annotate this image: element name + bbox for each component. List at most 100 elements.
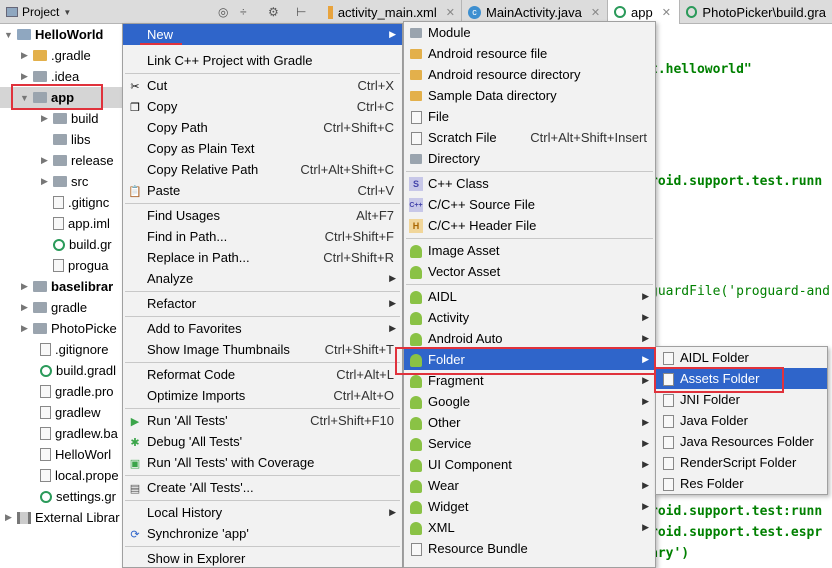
menu-item-resource-bundle[interactable]: Resource Bundle <box>404 538 655 559</box>
tree-item-build-gradle[interactable]: build.gradl <box>40 360 116 381</box>
menu-item-wear[interactable]: Wear ▶ <box>404 475 655 496</box>
menu-item-aidl[interactable]: AIDL ▶ <box>404 286 655 307</box>
tree-item-baselibrary[interactable]: ▶ baselibrar <box>20 276 113 297</box>
tree-item-libs[interactable]: libs <box>40 129 91 150</box>
tree-item-helloworld[interactable]: ▼ HelloWorld <box>4 24 103 45</box>
tree-item-local-properties[interactable]: local.prope <box>40 465 119 486</box>
hide-icon[interactable]: ⊢ <box>296 5 306 19</box>
tree-item-gradle[interactable]: ▶ gradle <box>20 297 87 318</box>
menu-item-copy-path[interactable]: Copy Path Ctrl+Shift+C <box>123 117 402 138</box>
menu-item-synchronize[interactable]: ⟳ Synchronize 'app' <box>123 523 402 544</box>
tree-item-photopicker[interactable]: ▶ PhotoPicke <box>20 318 117 339</box>
menu-item-fragment[interactable]: Fragment ▶ <box>404 370 655 391</box>
menu-item-image-asset[interactable]: Image Asset <box>404 240 655 261</box>
expand-arrow-icon[interactable]: ▼ <box>4 30 13 40</box>
menu-item-find-usages[interactable]: Find Usages Alt+F7 <box>123 205 402 226</box>
project-panel-header[interactable]: Project ▼ ◎ ÷ ⚙ ⊢ <box>0 0 320 24</box>
menu-item-create-all-tests[interactable]: ▤ Create 'All Tests'... <box>123 477 402 498</box>
menu-item-cpp-class[interactable]: S C++ Class <box>404 173 655 194</box>
menu-item-assets-folder[interactable]: Assets Folder <box>656 368 827 389</box>
menu-item-module[interactable]: Module <box>404 22 655 43</box>
expand-arrow-icon[interactable]: ▶ <box>20 302 29 313</box>
menu-item-other[interactable]: Other ▶ <box>404 412 655 433</box>
menu-item-refactor[interactable]: Refactor ▶ <box>123 293 402 314</box>
tree-item-gradlew[interactable]: gradlew <box>40 402 101 423</box>
close-icon[interactable]: ✕ <box>446 6 455 19</box>
expand-arrow-icon[interactable]: ▼ <box>20 93 29 103</box>
expand-arrow-icon[interactable]: ▶ <box>40 113 49 124</box>
expand-arrow-icon[interactable]: ▶ <box>40 176 49 187</box>
tree-item-settings-gradle[interactable]: settings.gr <box>40 486 116 507</box>
menu-item-copy-relative-path[interactable]: Copy Relative Path Ctrl+Alt+Shift+C <box>123 159 402 180</box>
gear-icon[interactable]: ⚙ <box>268 5 279 19</box>
menu-item-cpp-header-file[interactable]: H C/C++ Header File <box>404 215 655 236</box>
menu-item-service[interactable]: Service ▶ <box>404 433 655 454</box>
menu-item-cut[interactable]: ✂ Cut Ctrl+X <box>123 75 402 96</box>
menu-item-debug-all-tests[interactable]: ✱ Debug 'All Tests' <box>123 431 402 452</box>
menu-item-scratch-file[interactable]: Scratch File Ctrl+Alt+Shift+Insert <box>404 127 655 148</box>
menu-item-paste[interactable]: 📋 Paste Ctrl+V <box>123 180 402 201</box>
tree-item-src[interactable]: ▶ src <box>40 171 88 192</box>
menu-item-android-auto[interactable]: Android Auto ▶ <box>404 328 655 349</box>
menu-item-java-resources-folder[interactable]: Java Resources Folder <box>656 431 827 452</box>
menu-item-add-to-favorites[interactable]: Add to Favorites ▶ <box>123 318 402 339</box>
collapse-icon[interactable]: ÷ <box>240 5 247 19</box>
target-icon[interactable]: ◎ <box>218 5 228 19</box>
menu-item-link-cpp[interactable]: Link C++ Project with Gradle <box>123 50 402 71</box>
menu-item-find-in-path[interactable]: Find in Path... Ctrl+Shift+F <box>123 226 402 247</box>
menu-item-widget[interactable]: Widget ▶ <box>404 496 655 517</box>
expand-arrow-icon[interactable]: ▶ <box>20 281 29 292</box>
menu-item-show-in-explorer[interactable]: Show in Explorer <box>123 548 402 568</box>
menu-item-directory[interactable]: Directory <box>404 148 655 169</box>
menu-item-aidl-folder[interactable]: AIDL Folder <box>656 347 827 368</box>
tree-item-build[interactable]: ▶ build <box>40 108 98 129</box>
menu-item-vector-asset[interactable]: Vector Asset <box>404 261 655 282</box>
chevron-down-icon[interactable]: ▼ <box>63 8 71 17</box>
menu-item-java-folder[interactable]: Java Folder <box>656 410 827 431</box>
menu-item-xml[interactable]: XML ▶ <box>404 517 655 538</box>
menu-item-replace-in-path[interactable]: Replace in Path... Ctrl+Shift+R <box>123 247 402 268</box>
menu-item-android-resource-file[interactable]: Android resource file <box>404 43 655 64</box>
menu-item-copy[interactable]: ❐ Copy Ctrl+C <box>123 96 402 117</box>
tree-item-gitignore[interactable]: .gitignore <box>40 339 108 360</box>
tree-item-gitignore-app[interactable]: .gitignc <box>53 192 109 213</box>
tree-item-gradle-properties[interactable]: gradle.pro <box>40 381 114 402</box>
menu-item-activity[interactable]: Activity ▶ <box>404 307 655 328</box>
menu-item-google[interactable]: Google ▶ <box>404 391 655 412</box>
expand-arrow-icon[interactable]: ▶ <box>20 71 29 82</box>
menu-item-file[interactable]: File <box>404 106 655 127</box>
tree-item-proguard[interactable]: progua <box>53 255 108 276</box>
menu-item-run-with-coverage[interactable]: ▣ Run 'All Tests' with Coverage <box>123 452 402 473</box>
tree-item-idea[interactable]: ▶ .idea <box>20 66 79 87</box>
close-icon[interactable]: ✕ <box>662 6 671 19</box>
menu-item-jni-folder[interactable]: JNI Folder <box>656 389 827 410</box>
menu-item-cpp-source-file[interactable]: C++ C/C++ Source File <box>404 194 655 215</box>
menu-item-copy-plain-text[interactable]: Copy as Plain Text <box>123 138 402 159</box>
menu-item-run-all-tests[interactable]: ▶ Run 'All Tests' Ctrl+Shift+F10 <box>123 410 402 431</box>
tree-item-build-gradle-app[interactable]: build.gr <box>53 234 112 255</box>
menu-item-optimize-imports[interactable]: Optimize Imports Ctrl+Alt+O <box>123 385 402 406</box>
menu-item-reformat-code[interactable]: Reformat Code Ctrl+Alt+L <box>123 364 402 385</box>
menu-item-show-image-thumbnails[interactable]: Show Image Thumbnails Ctrl+Shift+T <box>123 339 402 360</box>
menu-item-sample-data-directory[interactable]: Sample Data directory <box>404 85 655 106</box>
expand-arrow-icon[interactable]: ▶ <box>4 512 13 523</box>
menu-item-renderscript-folder[interactable]: RenderScript Folder <box>656 452 827 473</box>
tree-item-external-libraries[interactable]: ▶ External Librar <box>4 507 120 528</box>
tree-item-gradle-dir[interactable]: ▶ .gradle <box>20 45 91 66</box>
menu-item-android-resource-directory[interactable]: Android resource directory <box>404 64 655 85</box>
tab-photopicker-build[interactable]: PhotoPicker\build.gra <box>680 0 832 24</box>
menu-item-analyze[interactable]: Analyze ▶ <box>123 268 402 289</box>
expand-arrow-icon[interactable]: ▶ <box>20 323 29 334</box>
menu-item-local-history[interactable]: Local History ▶ <box>123 502 402 523</box>
menu-item-ui-component[interactable]: UI Component ▶ <box>404 454 655 475</box>
menu-item-folder[interactable]: Folder ▶ <box>404 349 655 370</box>
menu-item-res-folder[interactable]: Res Folder <box>656 473 827 494</box>
expand-arrow-icon[interactable]: ▶ <box>20 50 29 61</box>
tree-item-helloworld-iml[interactable]: HelloWorl <box>40 444 111 465</box>
menu-item-new[interactable]: New ▶ <box>123 24 402 45</box>
tree-item-release[interactable]: ▶ release <box>40 150 114 171</box>
close-icon[interactable]: ✕ <box>591 6 600 19</box>
expand-arrow-icon[interactable]: ▶ <box>40 155 49 166</box>
tree-item-gradlew-bat[interactable]: gradlew.ba <box>40 423 118 444</box>
tree-item-app-iml[interactable]: app.iml <box>53 213 110 234</box>
